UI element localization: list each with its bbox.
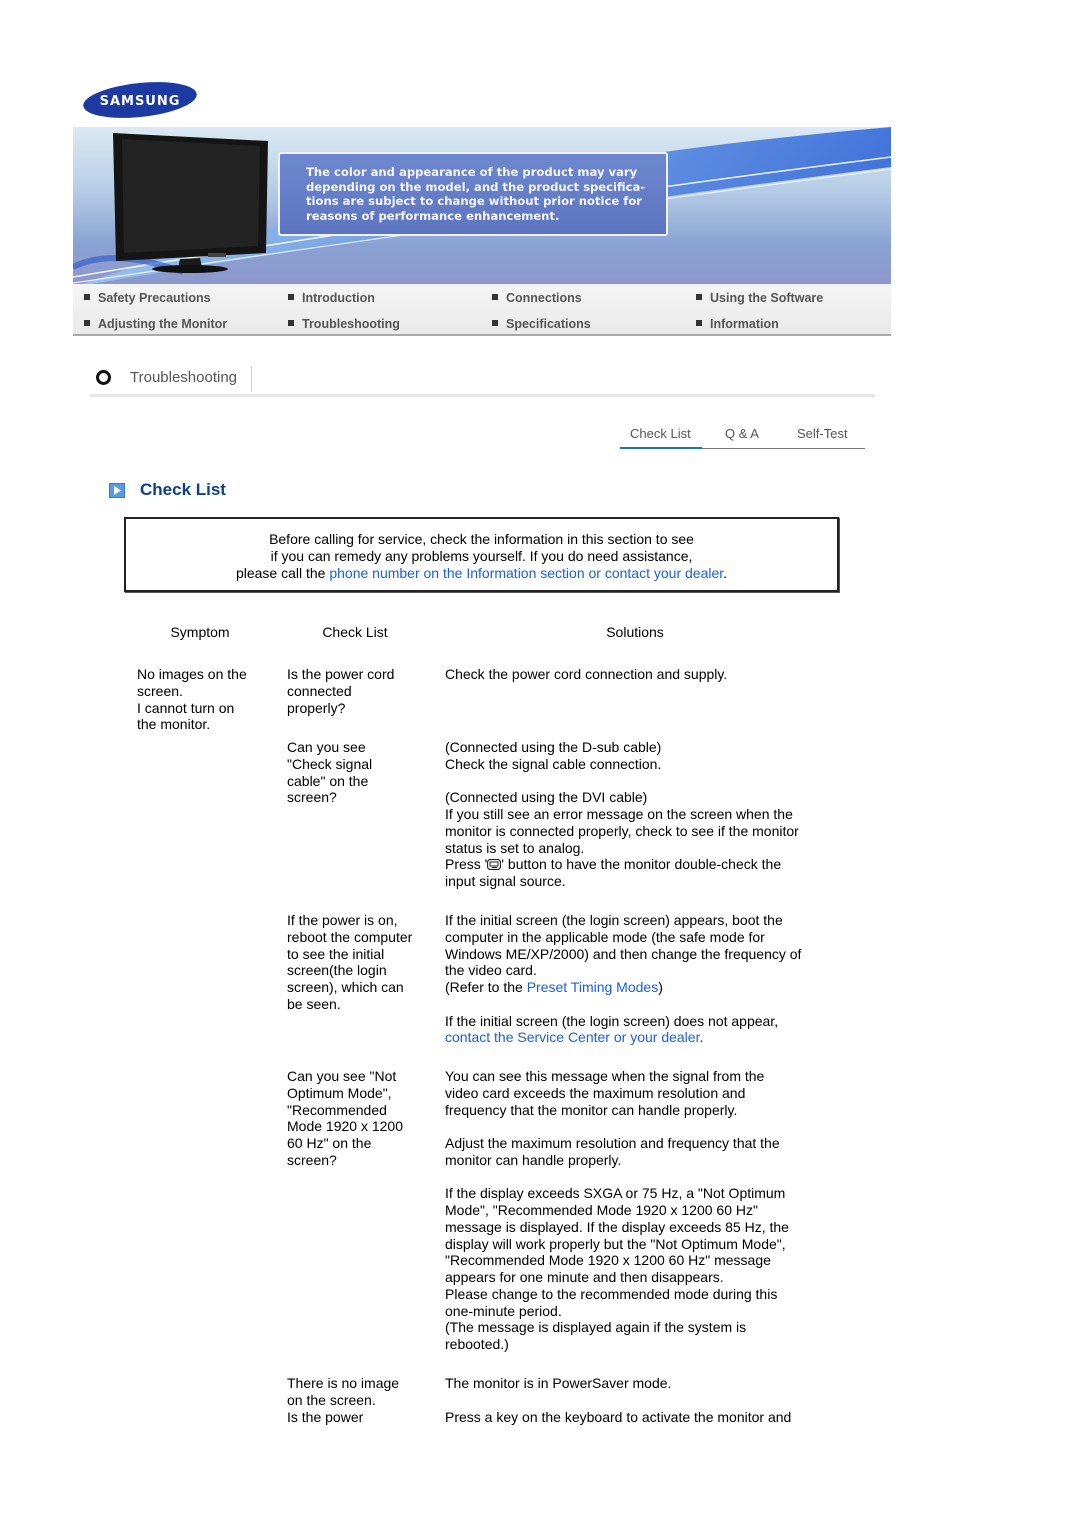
monitor-image	[113, 133, 268, 273]
check-cell: Can you see "Not Optimum Mode", "Recomme…	[287, 1068, 403, 1168]
header-check-list: Check List	[322, 624, 388, 640]
nav-item-information[interactable]: Information	[696, 317, 779, 331]
check-cell: Is the power cord connected properly?	[287, 666, 395, 716]
circle-icon	[96, 370, 111, 385]
nav-item-connections[interactable]: Connections	[492, 291, 582, 305]
check-cell: If the power is on, reboot the computer …	[287, 912, 413, 1012]
service-center-link[interactable]: contact the Service Center or your deale…	[445, 1029, 699, 1045]
check-cell: There is no image on the screen. Is the …	[287, 1375, 400, 1425]
active-tab-indicator	[620, 447, 702, 449]
intro-line: if you can remedy any problems yourself.…	[270, 548, 693, 564]
solution-cell: (Connected using the D-sub cable) Check …	[445, 739, 799, 889]
solution-cell: Check the power cord connection and supp…	[445, 666, 728, 682]
header-banner: The color and appearance of the product …	[73, 127, 891, 284]
bullet-icon	[288, 294, 294, 300]
solution-cell: You can see this message when the signal…	[445, 1068, 789, 1352]
section-header: Troubleshooting	[90, 366, 875, 397]
nav-item-troubleshooting[interactable]: Troubleshooting	[288, 317, 400, 331]
header-solutions: Solutions	[606, 624, 664, 640]
notice-line: reasons of performance enhancement.	[306, 208, 560, 223]
information-link[interactable]: phone number on the Information section …	[329, 565, 723, 581]
section-title: Troubleshooting	[130, 369, 238, 386]
tab-check-list[interactable]: Check List	[630, 426, 691, 441]
nav-item-specifications[interactable]: Specifications	[492, 317, 591, 331]
intro-line: Before calling for service, check the in…	[269, 531, 694, 547]
intro-box: Before calling for service, check the in…	[124, 517, 839, 592]
check-cell: Can you see "Check signal cable" on the …	[287, 739, 373, 806]
bullet-icon	[84, 294, 90, 300]
nav-item-adjusting-the-monitor[interactable]: Adjusting the Monitor	[84, 317, 227, 331]
main-nav: Safety Precautions Introduction Connecti…	[73, 284, 891, 336]
header-symptom: Symptom	[170, 624, 230, 640]
nav-item-using-the-software[interactable]: Using the Software	[696, 291, 823, 305]
preset-timing-modes-link[interactable]: Preset Timing Modes	[527, 979, 659, 995]
bullet-icon	[696, 294, 702, 300]
notice-line: depending on the model, and the product …	[306, 179, 646, 194]
bullet-icon	[84, 320, 90, 326]
source-enter-icon	[487, 859, 502, 871]
bullet-icon	[492, 320, 498, 326]
notice-line: The color and appearance of the product …	[306, 165, 638, 179]
bullet-icon	[288, 320, 294, 326]
play-arrow-icon	[109, 483, 125, 498]
solution-cell: If the initial screen (the login screen)…	[445, 912, 802, 1046]
symptom-cell: No images on the screen. I cannot turn o…	[137, 666, 247, 733]
logo-text: SAMSUNG	[100, 94, 181, 109]
nav-item-safety-precautions[interactable]: Safety Precautions	[84, 291, 211, 305]
checklist-title: Check List	[140, 480, 226, 499]
divider	[251, 366, 252, 392]
tab-self-test[interactable]: Self-Test	[797, 426, 848, 441]
tab-q-and-a[interactable]: Q & A	[725, 426, 759, 441]
intro-line: please call the phone number on the Info…	[235, 565, 728, 581]
bullet-icon	[696, 320, 702, 326]
nav-item-introduction[interactable]: Introduction	[288, 291, 375, 305]
notice-line: tions are subject to change without prio…	[306, 194, 643, 208]
solution-cell: The monitor is in PowerSaver mode. Press…	[445, 1375, 792, 1425]
bullet-icon	[492, 294, 498, 300]
samsung-logo[interactable]: SAMSUNG	[82, 80, 198, 120]
product-notice: The color and appearance of the product …	[278, 152, 668, 236]
